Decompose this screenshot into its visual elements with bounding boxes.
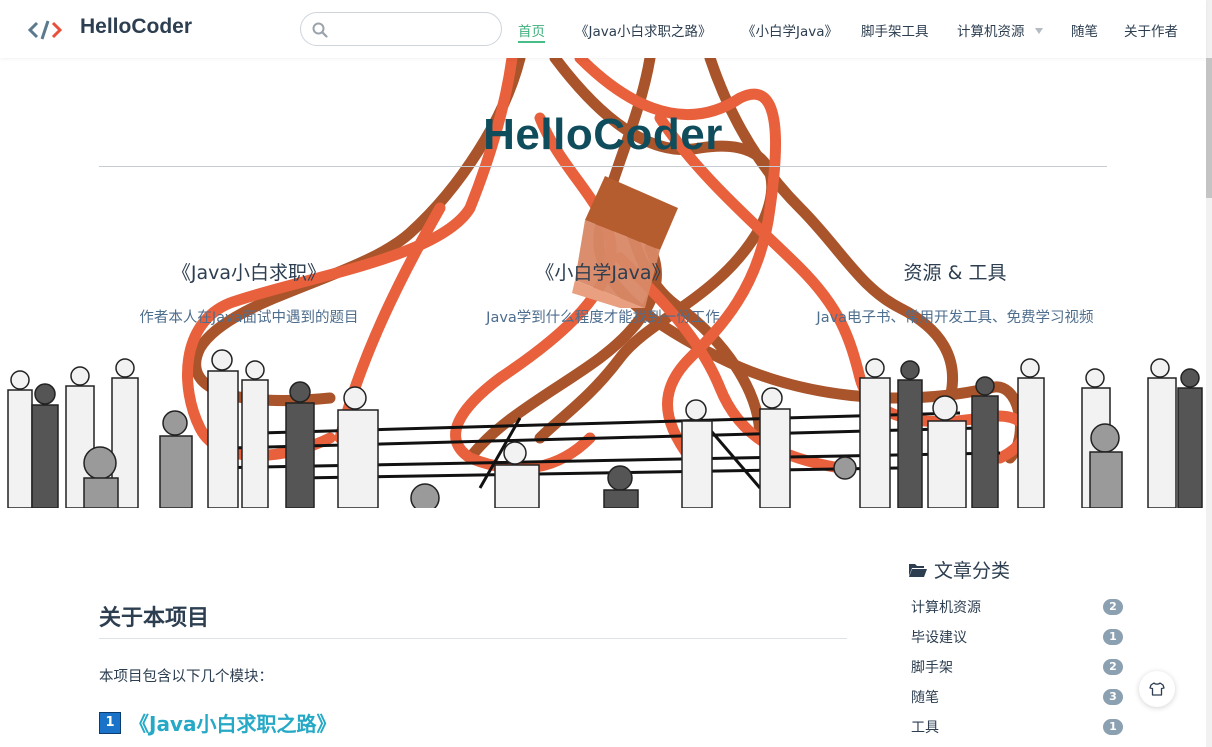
category-label: 随笔: [911, 690, 939, 706]
chevron-down-icon: [1034, 28, 1043, 34]
category-count-badge: 2: [1103, 599, 1123, 615]
category-item[interactable]: 毕设建议 1: [908, 627, 1128, 657]
nav-item-resources-label: 计算机资源: [957, 24, 1025, 40]
module-heading: 1 《Java小白求职之路》: [99, 708, 847, 737]
nav-links: 首页 《Java小白求职之路》 《小白学Java》 脚手架工具 计算机资源 随笔…: [0, 0, 1206, 58]
feature-description: 作者本人在Java面试中遇到的题目: [139, 310, 359, 326]
nav-item-home[interactable]: 首页: [518, 20, 545, 43]
category-item[interactable]: 计算机资源 2: [908, 597, 1128, 627]
hero-title: HelloCoder: [483, 110, 723, 159]
nav-item-java-job[interactable]: 《Java小白求职之路》: [575, 20, 712, 40]
category-count-badge: 2: [1103, 659, 1123, 675]
category-item[interactable]: 工具 1: [908, 717, 1128, 747]
page-scrollbar[interactable]: [1206, 0, 1212, 747]
nav-item-essays[interactable]: 随笔: [1071, 20, 1098, 40]
navbar: HelloCoder 首页 《Java小白求职之路》 《小白学Java》 脚手架…: [0, 0, 1206, 58]
section-title-about: 关于本项目: [99, 600, 847, 639]
categories-title: 文章分类: [934, 560, 1011, 582]
feature-description: Java学到什么程度才能找到一份工作: [486, 310, 720, 326]
tshirt-icon: [1149, 682, 1165, 696]
nav-item-resources[interactable]: 计算机资源: [957, 20, 1043, 40]
category-item[interactable]: 随笔 3: [908, 687, 1128, 717]
categories-panel: 文章分类 计算机资源 2 毕设建议 1 脚手架 2 随笔 3 工具 1: [908, 556, 1128, 747]
category-label: 工具: [911, 720, 939, 736]
hero-banner: HelloCoder 《Java小白求职》 作者本人在Java面试中遇到的题目 …: [0, 58, 1206, 508]
scrollbar-thumb[interactable]: [1206, 58, 1212, 198]
intro-text: 本项目包含以下几个模块：: [99, 669, 273, 685]
category-count-badge: 3: [1103, 689, 1123, 705]
category-label: 计算机资源: [911, 600, 981, 616]
nav-item-scaffold[interactable]: 脚手架工具: [861, 20, 929, 40]
feature-java-job[interactable]: 《Java小白求职》 作者本人在Java面试中遇到的题目: [99, 258, 399, 332]
folder-open-icon: [909, 563, 927, 577]
category-count-badge: 1: [1103, 719, 1123, 735]
feature-title: 资源 & 工具: [903, 262, 1007, 284]
module-link-java-job[interactable]: 《Java小白求职之路》: [129, 708, 336, 737]
hero-divider: [99, 166, 1107, 167]
nav-item-about[interactable]: 关于作者: [1124, 20, 1178, 40]
feature-title: 《小白学Java》: [535, 262, 671, 284]
category-item[interactable]: 脚手架 2: [908, 657, 1128, 687]
number-1-icon: 1: [99, 711, 121, 734]
category-label: 毕设建议: [911, 630, 967, 646]
main-content: 关于本项目 本项目包含以下几个模块： 1 《Java小白求职之路》: [99, 600, 847, 737]
feature-resources[interactable]: 资源 & 工具 Java电子书、常用开发工具、免费学习视频: [805, 258, 1105, 332]
feature-learn-java[interactable]: 《小白学Java》 Java学到什么程度才能找到一份工作: [453, 258, 753, 332]
nav-item-learn-java[interactable]: 《小白学Java》: [742, 20, 838, 40]
categories-header: 文章分类: [908, 556, 1128, 583]
category-label: 脚手架: [911, 660, 953, 676]
feature-description: Java电子书、常用开发工具、免费学习视频: [816, 310, 1094, 326]
category-count-badge: 1: [1103, 629, 1123, 645]
theme-toggle-button[interactable]: [1139, 671, 1175, 707]
feature-title: 《Java小白求职》: [171, 262, 327, 284]
